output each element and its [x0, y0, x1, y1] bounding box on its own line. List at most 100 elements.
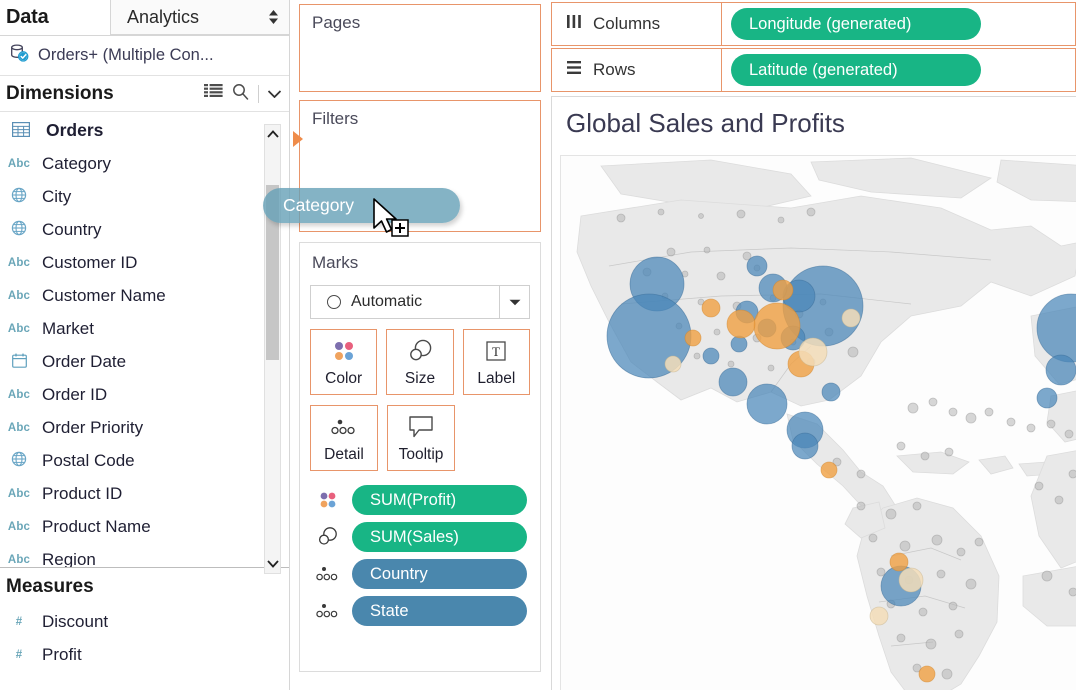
color-dots-icon — [331, 336, 357, 366]
marks-pill-row[interactable]: SUM(Sales) — [314, 522, 540, 552]
abc-icon: Abc — [7, 322, 31, 335]
pages-shelf[interactable]: Pages — [299, 4, 541, 92]
scroll-up-icon[interactable] — [265, 125, 280, 143]
detail-button[interactable]: Detail — [310, 405, 378, 471]
columns-shelf[interactable]: Columns Longitude (generated) — [551, 2, 1076, 46]
tab-data[interactable]: Data — [0, 0, 110, 35]
viz-title-text: Global Sales and Profits — [566, 107, 845, 138]
color-button-label: Color — [325, 370, 363, 387]
field-label: Postal Code — [42, 450, 135, 470]
size-button[interactable]: Size — [386, 329, 454, 395]
abc-icon: Abc — [7, 421, 31, 434]
dimensions-header: Dimensions — [0, 76, 289, 112]
dimensions-field-list[interactable]: Orders Abc Category City Country Abc Cus… — [0, 112, 289, 567]
field-item-product-name[interactable]: Abc Product Name — [0, 510, 289, 543]
field-item-discount[interactable]: # Discount — [0, 605, 289, 638]
size-circles-icon — [405, 336, 435, 366]
detail-dots-icon — [314, 563, 342, 585]
pill-latitude-generated[interactable]: Latitude (generated) — [731, 54, 981, 86]
field-label: Discount — [42, 611, 109, 631]
number-icon: # — [15, 615, 23, 628]
marks-pill-row[interactable]: SUM(Profit) — [314, 485, 540, 515]
measures-header: Measures — [0, 567, 289, 605]
marks-pill-row[interactable]: State — [314, 596, 540, 626]
abc-icon: Abc — [7, 388, 31, 401]
field-item-order-date[interactable]: Order Date — [0, 345, 289, 378]
rows-shelf-label: Rows — [552, 49, 722, 91]
field-label: Region — [42, 549, 96, 568]
map-canvas[interactable] — [561, 156, 1076, 690]
field-item-postal-code[interactable]: Postal Code — [0, 444, 289, 477]
marks-pill-row[interactable]: Country — [314, 559, 540, 589]
rows-shelf-body[interactable]: Latitude (generated) — [722, 49, 1075, 91]
label-T-icon: T — [484, 336, 508, 366]
scrollbar-thumb[interactable] — [266, 185, 279, 360]
field-item-order-priority[interactable]: Abc Order Priority — [0, 411, 289, 444]
field-item-market[interactable]: Abc Market — [0, 312, 289, 345]
tab-data-label: Data — [6, 6, 49, 28]
field-label: Order Priority — [42, 417, 144, 437]
field-item-category[interactable]: Abc Category — [0, 147, 289, 180]
measures-field-list[interactable]: # Discount # Profit — [0, 605, 289, 671]
field-label: Product ID — [42, 483, 123, 503]
scroll-down-icon[interactable] — [265, 555, 280, 573]
field-label: Profit — [42, 644, 82, 664]
field-item-profit[interactable]: # Profit — [0, 638, 289, 671]
symbol-map[interactable] — [560, 155, 1076, 690]
dimensions-title: Dimensions — [6, 82, 114, 104]
field-item-region[interactable]: Abc Region — [0, 543, 289, 568]
color-button[interactable]: Color — [310, 329, 378, 395]
mark-type-dropdown[interactable]: Automatic — [310, 285, 530, 319]
field-item-product-id[interactable]: Abc Product ID — [0, 477, 289, 510]
pill-state[interactable]: State — [352, 596, 527, 626]
expand-collapse-icon[interactable] — [268, 10, 279, 24]
tab-analytics[interactable]: Analytics — [110, 0, 289, 35]
data-source-item[interactable]: Orders+ (Multiple Con... — [0, 36, 289, 76]
tooltip-bubble-icon — [408, 412, 434, 442]
field-label: Order Date — [42, 351, 127, 371]
pane-tabs: Data Analytics — [0, 0, 289, 36]
pill-country[interactable]: Country — [352, 559, 527, 589]
svg-text:T: T — [492, 344, 500, 359]
pill-sum-profit[interactable]: SUM(Profit) — [352, 485, 527, 515]
field-item-customer-id[interactable]: Abc Customer ID — [0, 246, 289, 279]
grid-view-icon[interactable] — [204, 83, 223, 104]
dimensions-scrollbar[interactable] — [264, 124, 281, 574]
size-button-label: Size — [404, 370, 436, 387]
label-button[interactable]: T Label — [462, 329, 530, 395]
field-label: Market — [42, 318, 94, 338]
field-label: City — [42, 186, 72, 206]
rows-shelf[interactable]: Rows Latitude (generated) — [551, 48, 1076, 92]
search-icon[interactable] — [232, 83, 249, 105]
number-icon: # — [15, 648, 23, 661]
filters-title: Filters — [312, 109, 359, 128]
measures-title: Measures — [6, 575, 94, 597]
globe-icon — [6, 451, 32, 470]
field-group-orders[interactable]: Orders — [0, 114, 289, 147]
filters-shelf[interactable]: Filters — [293, 100, 541, 232]
abc-icon: Abc — [7, 553, 31, 566]
label-button-label: Label — [477, 370, 516, 387]
field-label: Order ID — [42, 384, 108, 404]
chevron-down-icon[interactable] — [267, 85, 282, 103]
field-item-city[interactable]: City — [0, 180, 289, 213]
columns-label-text: Columns — [593, 14, 661, 33]
pill-longitude-generated[interactable]: Longitude (generated) — [731, 8, 981, 40]
viz-title: Global Sales and Profits — [552, 97, 1076, 149]
columns-shelf-body[interactable]: Longitude (generated) — [722, 3, 1075, 45]
marks-card: Marks Automatic Color Size T Label Detai… — [299, 242, 541, 672]
field-item-country[interactable]: Country — [0, 213, 289, 246]
detail-dots-icon — [314, 600, 342, 622]
marks-buttons-row-2: Detail Tooltip — [310, 405, 530, 471]
pill-sum-sales[interactable]: SUM(Sales) — [352, 522, 527, 552]
viz-panel: Global Sales and Profits — [551, 96, 1076, 690]
chevron-down-icon[interactable] — [499, 286, 529, 318]
color-dots-icon — [314, 489, 342, 511]
field-item-order-id[interactable]: Abc Order ID — [0, 378, 289, 411]
field-item-customer-name[interactable]: Abc Customer Name — [0, 279, 289, 312]
abc-icon: Abc — [7, 487, 31, 500]
abc-icon: Abc — [7, 289, 31, 302]
columns-shelf-label: Columns — [552, 3, 722, 45]
tab-analytics-label: Analytics — [127, 6, 200, 27]
tooltip-button[interactable]: Tooltip — [387, 405, 455, 471]
